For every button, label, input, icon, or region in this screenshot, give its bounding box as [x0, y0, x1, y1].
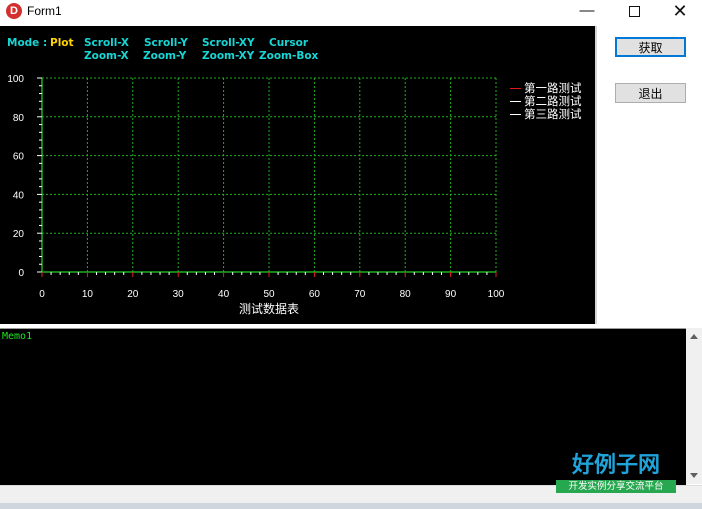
memo-text: Memo1: [2, 331, 33, 342]
y-tick-label-100: 100: [7, 74, 24, 85]
x-tick-label-40: 40: [218, 289, 230, 300]
legend-swatch-2: [510, 101, 521, 103]
x-axis-label: 测试数据表: [239, 301, 299, 316]
watermark-subtitle: 开发实例分享交流平台: [556, 480, 676, 493]
line-chart[interactable]: 0 20 40 60 80 100 0 10 20 30 40 50 60 70 80 90 100 测试数据表: [0, 26, 595, 324]
x-tick-label-50: 50: [263, 289, 275, 300]
scroll-up-arrow-icon[interactable]: [690, 334, 698, 339]
window-bottom-edge: [0, 503, 702, 509]
x-tick-label-100: 100: [488, 289, 505, 300]
y-tick-label-80: 80: [13, 113, 25, 124]
y-tick-label-60: 60: [13, 152, 25, 163]
legend-label-2: 第二路测试: [524, 96, 582, 108]
title-bar: D Form1 — ✕: [0, 0, 702, 24]
x-tick-label-80: 80: [400, 289, 412, 300]
x-tick-label-20: 20: [127, 289, 139, 300]
x-tick-label-60: 60: [309, 289, 321, 300]
app-icon: D: [6, 3, 22, 19]
close-button[interactable]: ✕: [657, 0, 702, 24]
x-tick-label-0: 0: [39, 289, 45, 300]
legend-item-2: 第二路测试: [510, 96, 582, 109]
legend-label-1: 第一路测试: [524, 83, 582, 95]
y-tick-label-40: 40: [13, 190, 25, 201]
legend-swatch-3: [510, 114, 521, 116]
vertical-scrollbar[interactable]: [686, 328, 702, 484]
y-tick-label-0: 0: [18, 268, 24, 279]
maximize-button[interactable]: [611, 0, 657, 24]
x-tick-label-10: 10: [82, 289, 94, 300]
watermark-title: 好例子网: [571, 452, 660, 478]
exit-button[interactable]: 退出: [615, 83, 686, 103]
watermark-logo: 好例子网 开发实例分享交流平台: [556, 452, 676, 493]
minimize-button[interactable]: —: [564, 0, 610, 24]
x-tick-label-90: 90: [445, 289, 457, 300]
legend-item-1: 第一路测试: [510, 83, 582, 96]
x-tick-label-30: 30: [173, 289, 185, 300]
legend-item-3: 第三路测试: [510, 109, 582, 122]
scroll-down-arrow-icon[interactable]: [690, 473, 698, 478]
legend-label-3: 第三路测试: [524, 109, 582, 121]
x-tick-label-70: 70: [354, 289, 366, 300]
fetch-button[interactable]: 获取: [615, 37, 686, 57]
maximize-icon: [628, 6, 640, 17]
y-tick-label-20: 20: [13, 229, 25, 240]
legend-swatch-1: [510, 88, 521, 90]
chart-panel[interactable]: Mode : Plot Scroll-X Zoom-X Scroll-Y Zoo…: [0, 26, 597, 324]
window-title: Form1: [27, 4, 62, 18]
